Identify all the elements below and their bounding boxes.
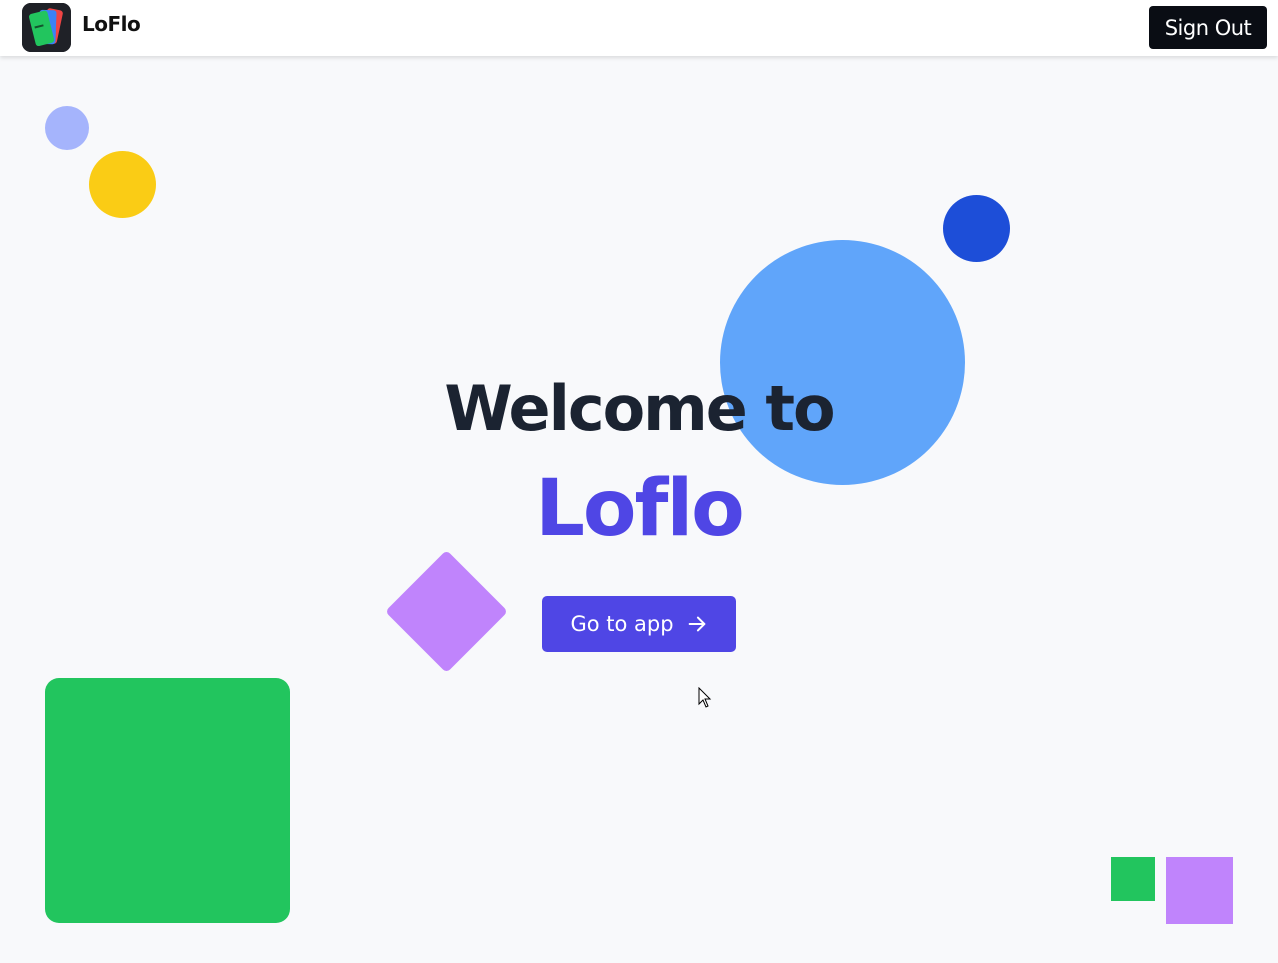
decorative-purple-square [1166, 857, 1233, 924]
decorative-large-green-square [45, 678, 290, 923]
arrow-right-icon [688, 616, 705, 632]
decorative-dark-blue-circle [943, 195, 1010, 262]
sign-out-button[interactable]: Sign Out [1149, 6, 1267, 49]
hero-brand-name: Loflo [535, 464, 745, 554]
mouse-cursor-icon [698, 687, 712, 708]
top-navbar: LoFlo Sign Out [0, 0, 1278, 56]
decorative-yellow-circle [89, 151, 156, 218]
hero-title: Welcome to [444, 372, 835, 445]
brand-name[interactable]: LoFlo [82, 12, 141, 36]
loflo-logo-icon[interactable] [22, 3, 71, 52]
decorative-large-blue-circle [720, 240, 965, 485]
go-to-app-label: Go to app [570, 612, 674, 636]
go-to-app-button[interactable]: Go to app [542, 596, 736, 652]
decorative-light-indigo-circle [45, 106, 89, 150]
decorative-purple-diamond [384, 549, 509, 674]
decorative-small-green-square [1111, 857, 1155, 901]
